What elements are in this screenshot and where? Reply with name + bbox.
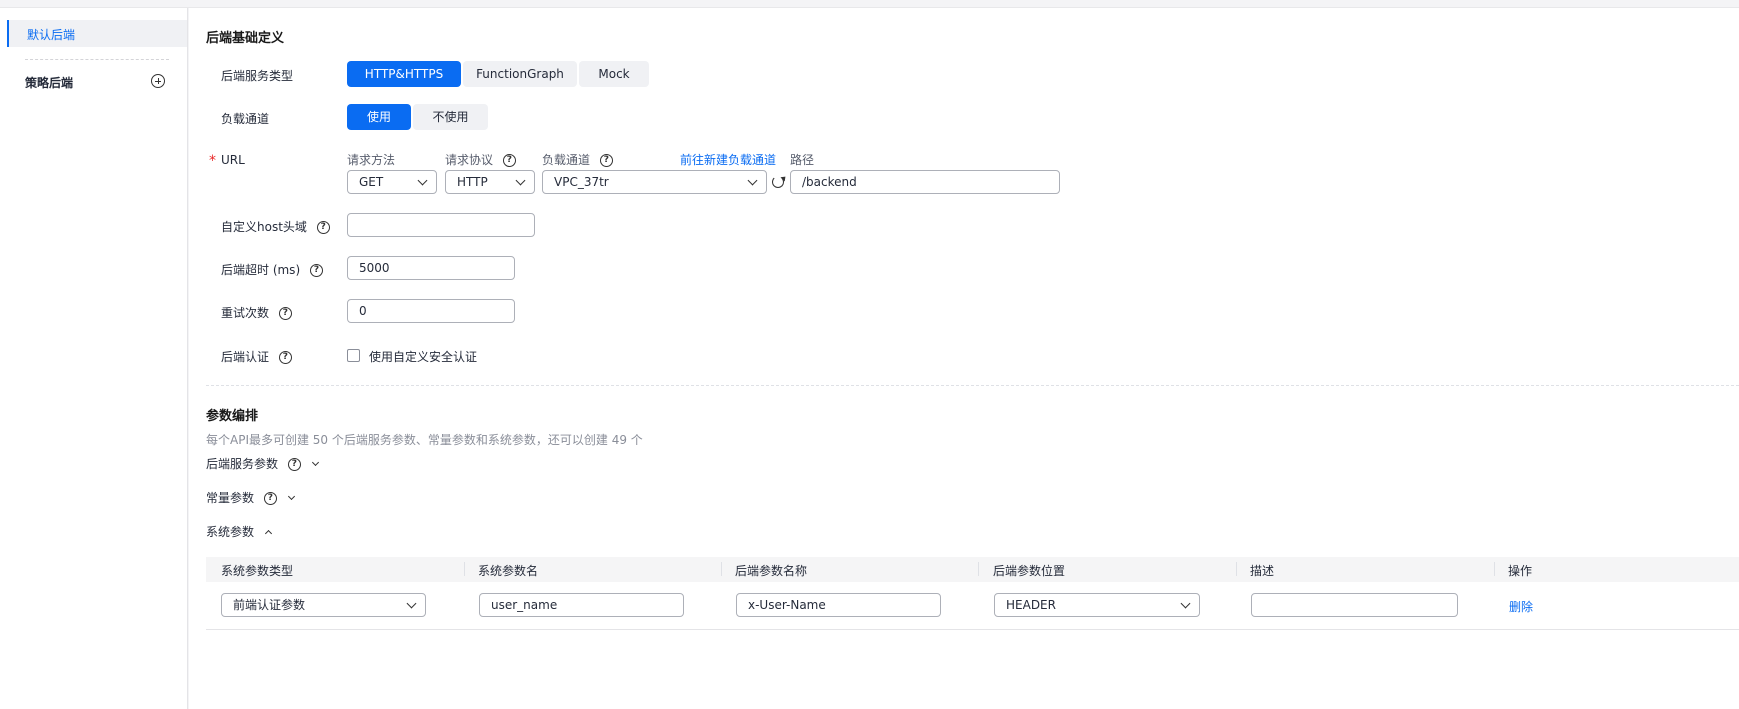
system-params-label: 系统参数	[206, 525, 255, 539]
protocol-select[interactable]: HTTP	[445, 170, 535, 194]
path-label: 路径	[790, 153, 815, 167]
sidebar-divider	[25, 59, 169, 60]
channel-use[interactable]: 使用	[347, 104, 411, 130]
column-separator	[721, 562, 722, 576]
th-backend-name: 后端参数名称	[735, 564, 808, 578]
sidebar-item-policy-backend: 策略后端	[25, 76, 74, 90]
th-param-name: 系统参数名	[478, 564, 539, 578]
service-type-label: 后端服务类型	[221, 69, 294, 83]
help-icon[interactable]: ?	[278, 351, 292, 364]
column-separator	[1494, 562, 1495, 576]
section-title-basic: 后端基础定义	[206, 31, 285, 46]
retry-label-text: 重试次数	[221, 306, 270, 320]
column-separator	[978, 562, 979, 576]
system-params-toggle[interactable]: 系统参数	[206, 523, 272, 540]
main-panel: 后端基础定义 后端服务类型 HTTP&HTTPS FunctionGraph M…	[189, 8, 1739, 709]
add-policy-icon[interactable]	[151, 74, 165, 88]
method-select[interactable]: GET	[347, 170, 437, 194]
sidebar: 默认后端 策略后端	[0, 8, 188, 709]
backend-name-input[interactable]: x-User-Name	[736, 593, 941, 617]
chevron-down-icon	[1180, 598, 1191, 609]
help-icon[interactable]: ?	[502, 154, 516, 167]
sidebar-item-label: 默认后端	[27, 28, 76, 42]
backend-service-params-toggle[interactable]: 后端服务参数 ?	[206, 455, 319, 472]
vpc-label-text: 负载通道	[542, 153, 591, 167]
help-icon[interactable]: ?	[316, 221, 330, 234]
new-channel-link[interactable]: 前往新建负载通道	[680, 151, 776, 168]
vpc-value: VPC_37tr	[554, 175, 609, 189]
chevron-down-icon	[311, 458, 319, 467]
channel-label: 负载通道	[221, 112, 270, 126]
timeout-label: 后端超时 (ms) ?	[221, 261, 323, 278]
backend-location-select[interactable]: HEADER	[994, 593, 1200, 617]
retry-label: 重试次数 ?	[221, 304, 292, 321]
method-value: GET	[359, 175, 384, 189]
vpc-select[interactable]: VPC_37tr	[542, 170, 767, 194]
backend-location-value: HEADER	[1006, 598, 1056, 612]
th-param-type: 系统参数类型	[221, 564, 294, 578]
top-strip	[0, 0, 1739, 8]
host-input[interactable]	[347, 213, 535, 237]
service-type-segment: HTTP&HTTPS FunctionGraph Mock	[347, 61, 651, 87]
channel-segment: 使用 不使用	[347, 104, 490, 130]
chevron-down-icon	[747, 175, 758, 186]
chevron-down-icon	[417, 175, 428, 186]
timeout-label-text: 后端超时 (ms)	[221, 263, 301, 277]
chevron-up-icon	[264, 529, 272, 538]
th-description: 描述	[1250, 564, 1275, 578]
custom-auth-checkbox[interactable]	[347, 349, 360, 362]
protocol-label: 请求协议 ?	[445, 151, 516, 168]
backend-service-params-label: 后端服务参数	[206, 457, 279, 471]
param-type-value: 前端认证参数	[233, 598, 306, 612]
protocol-label-text: 请求协议	[445, 153, 494, 167]
required-mark: *	[209, 153, 216, 169]
chevron-down-icon	[406, 598, 417, 609]
help-icon[interactable]: ?	[263, 492, 277, 505]
column-separator	[1236, 562, 1237, 576]
help-icon[interactable]: ?	[599, 154, 613, 167]
table-row-divider	[206, 629, 1739, 630]
constant-params-toggle[interactable]: 常量参数 ?	[206, 489, 295, 506]
section-divider	[206, 385, 1739, 386]
vpc-label: 负载通道 ?	[542, 151, 613, 168]
auth-label-text: 后端认证	[221, 350, 270, 364]
constant-params-label: 常量参数	[206, 491, 255, 505]
timeout-input[interactable]: 5000	[347, 256, 515, 280]
help-icon[interactable]: ?	[309, 264, 323, 277]
description-input[interactable]	[1251, 593, 1458, 617]
help-icon[interactable]: ?	[278, 307, 292, 320]
params-hint: 每个API最多可创建 50 个后端服务参数、常量参数和系统参数，还可以创建 49…	[206, 433, 643, 447]
param-type-select[interactable]: 前端认证参数	[221, 593, 426, 617]
service-type-mock[interactable]: Mock	[579, 61, 649, 87]
custom-auth-label: 使用自定义安全认证	[369, 350, 478, 364]
th-backend-location: 后端参数位置	[993, 564, 1066, 578]
path-input[interactable]: /backend	[790, 170, 1060, 194]
chevron-down-icon	[515, 175, 526, 186]
host-label: 自定义host头域 ?	[221, 218, 330, 235]
system-params-table-header: 系统参数类型 系统参数名 后端参数名称 后端参数位置 描述 操作	[206, 557, 1739, 582]
retry-input[interactable]: 0	[347, 299, 515, 323]
sidebar-item-default-backend[interactable]: 默认后端	[7, 20, 187, 47]
method-label: 请求方法	[347, 153, 396, 167]
section-title-params: 参数编排	[206, 409, 259, 424]
service-type-http[interactable]: HTTP&HTTPS	[347, 61, 461, 87]
help-icon[interactable]: ?	[287, 458, 301, 471]
delete-row-link[interactable]: 删除	[1509, 598, 1533, 615]
protocol-value: HTTP	[457, 175, 488, 189]
host-label-text: 自定义host头域	[221, 220, 307, 234]
auth-label: 后端认证 ?	[221, 348, 292, 365]
service-type-functiongraph[interactable]: FunctionGraph	[463, 61, 577, 87]
chevron-down-icon	[287, 492, 295, 501]
channel-not-use[interactable]: 不使用	[413, 104, 488, 130]
column-separator	[464, 562, 465, 576]
refresh-icon[interactable]	[772, 176, 784, 188]
url-label: URL	[221, 153, 245, 167]
param-name-input[interactable]: user_name	[479, 593, 684, 617]
th-action: 操作	[1508, 564, 1533, 578]
